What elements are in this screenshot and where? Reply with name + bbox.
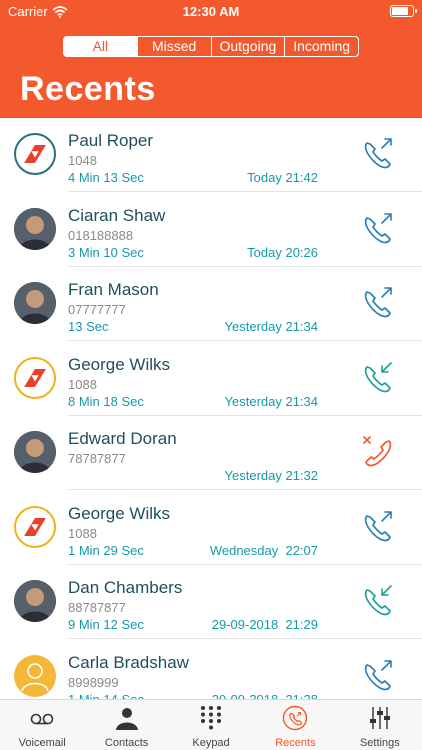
contact-name: Fran Mason	[68, 280, 159, 299]
recent-call-row[interactable]: George Wilks 1088 8 Min 18 Sec Yesterday 21…	[0, 342, 422, 416]
voicemail-icon	[29, 705, 55, 731]
contact-name: Paul Roper	[68, 131, 154, 150]
recent-call-row[interactable]: Ciaran Shaw 018188888 3 Min 10 Sec Today 20…	[0, 193, 422, 267]
contact-photo-avatar	[14, 207, 56, 250]
tab-label: Settings	[359, 737, 400, 749]
tab-recents[interactable]: Recents	[253, 700, 337, 750]
call-duration: 8 Min 18 Sec	[68, 393, 144, 409]
contact-number: 07777777	[68, 302, 126, 317]
tab-bar: Voicemail Contacts Keypad Recents Settings	[0, 699, 422, 750]
tab-label: Recents	[275, 737, 316, 749]
call-filter-segmented-control: All Missed Outgoing Incoming	[63, 36, 359, 57]
page-title: Recents	[20, 70, 156, 108]
battery-icon	[390, 5, 417, 17]
contact-name: Carla Bradshaw	[68, 652, 189, 672]
missed-call-icon[interactable]	[360, 434, 396, 470]
recent-call-row[interactable]: Edward Doran 78787877 Yesterday 21:32	[0, 416, 422, 490]
tab-label: Contacts	[104, 737, 149, 749]
recent-call-row[interactable]: George Wilks 1088 1 Min 29 Sec Wednesday 22…	[0, 491, 422, 565]
company-logo-avatar	[14, 505, 56, 548]
incoming-call-icon[interactable]	[360, 360, 396, 396]
incoming-call-icon[interactable]	[360, 583, 396, 619]
call-time: Today 20:26	[247, 244, 318, 260]
outgoing-call-icon[interactable]	[360, 509, 396, 545]
segment-outgoing[interactable]: Outgoing	[210, 37, 285, 56]
call-duration: 4 Min 13 Sec	[68, 170, 144, 185]
call-duration: 1 Min 14 Sec	[68, 691, 144, 700]
outgoing-call-icon[interactable]	[360, 285, 396, 321]
call-duration: 3 Min 10 Sec	[68, 244, 144, 260]
segment-all[interactable]: All	[64, 37, 137, 56]
call-time: Yesterday 21:34	[224, 319, 318, 334]
placeholder-avatar-icon	[14, 654, 56, 697]
contact-number: 1088	[68, 525, 97, 541]
status-bar: Carrier 12:30 AM	[0, 0, 422, 22]
contact-name: George Wilks	[68, 503, 171, 523]
recent-call-row[interactable]: Dan Chambers 88787877 9 Min 12 Sec 29-09-20…	[0, 565, 422, 639]
outgoing-call-icon[interactable]	[360, 136, 396, 172]
contact-photo-avatar	[14, 431, 56, 473]
segment-missed[interactable]: Missed	[136, 37, 211, 56]
call-time: Wednesday 22:07	[209, 542, 318, 558]
keypad-icon	[198, 705, 224, 731]
call-time: 29-09-2018 21:28	[211, 691, 318, 700]
tab-label: Voicemail	[18, 737, 66, 749]
recent-call-row[interactable]: Paul Roper 1048 4 Min 13 Sec Today 21:42	[0, 118, 422, 192]
call-time: Yesterday 21:32	[224, 468, 318, 483]
contact-number: 8998999	[68, 674, 119, 690]
contact-name: Ciaran Shaw	[68, 205, 166, 225]
tab-keypad[interactable]: Keypad	[169, 700, 253, 750]
recents-list[interactable]: Paul Roper 1048 4 Min 13 Sec Today 21:42 Cia…	[0, 118, 422, 699]
tab-settings[interactable]: Settings	[338, 700, 422, 750]
segment-incoming[interactable]: Incoming	[284, 37, 358, 56]
contact-photo-avatar	[14, 282, 56, 324]
call-time: 29-09-2018 21:29	[211, 617, 318, 632]
contact-number: 78787877	[68, 451, 126, 466]
call-time: Yesterday 21:34	[224, 393, 318, 409]
outgoing-call-icon[interactable]	[360, 211, 396, 247]
settings-icon	[367, 705, 393, 731]
recents-icon	[282, 705, 308, 731]
company-logo-avatar	[14, 356, 56, 399]
contact-name: George Wilks	[68, 354, 171, 374]
recent-call-row[interactable]: Fran Mason 07777777 13 Sec Yesterday 21:34	[0, 267, 422, 341]
contact-number: 88787877	[68, 600, 126, 615]
call-time: Today 21:42	[247, 170, 318, 185]
status-time: 12:30 AM	[182, 4, 240, 19]
contact-number: 1088	[68, 376, 97, 392]
contact-number: 018188888	[68, 227, 134, 243]
contact-name: Dan Chambers	[68, 578, 183, 597]
recent-call-row[interactable]: Carla Bradshaw 8998999 1 Min 14 Sec 29-09-2…	[0, 640, 422, 700]
contacts-icon	[114, 705, 140, 731]
tab-voicemail[interactable]: Voicemail	[0, 700, 84, 750]
contact-name: Edward Doran	[68, 429, 177, 448]
outgoing-call-icon[interactable]	[360, 658, 396, 694]
tab-contacts[interactable]: Contacts	[84, 700, 168, 750]
header: Carrier 12:30 AM All Missed Outgoing Incomi…	[0, 0, 422, 118]
call-duration: 9 Min 12 Sec	[68, 617, 144, 632]
company-logo-avatar	[14, 133, 56, 175]
call-duration: 13 Sec	[68, 319, 109, 334]
contact-photo-avatar	[14, 580, 56, 622]
tab-label: Keypad	[192, 737, 230, 749]
call-duration: 1 Min 29 Sec	[68, 542, 144, 558]
contact-number: 1048	[68, 153, 97, 168]
